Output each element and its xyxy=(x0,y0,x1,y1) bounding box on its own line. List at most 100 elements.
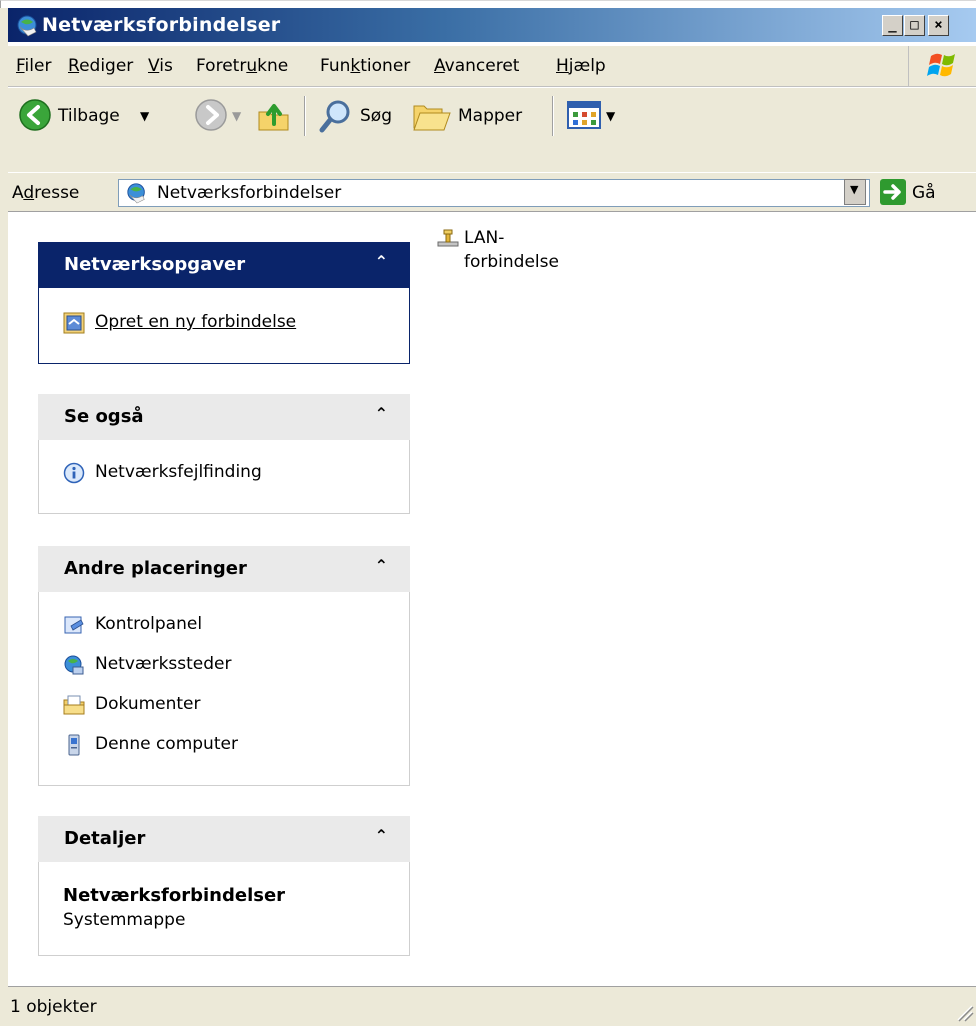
address-bar: Adresse Netværksforbindelser ▼ Gå xyxy=(8,172,976,212)
details-body: Netværksforbindelser Systemmappe xyxy=(38,862,410,956)
menu-foretrukne[interactable]: Foretrukne xyxy=(196,54,288,78)
menu-filer[interactable]: Filer xyxy=(16,54,51,78)
up-folder-icon[interactable] xyxy=(256,98,292,134)
views-dropdown-icon[interactable]: ▼ xyxy=(606,104,615,128)
title-bar[interactable]: Netværksforbindelser _ □ × xyxy=(8,8,976,42)
details-header[interactable]: Detaljer ⌃ xyxy=(38,816,410,862)
status-bar: 1 objekter xyxy=(8,986,976,1026)
menu-vis[interactable]: Vis xyxy=(148,54,173,78)
menu-label-post: jælp xyxy=(568,56,606,76)
panel-title: Detaljer xyxy=(64,828,146,849)
menu-rediger[interactable]: Rediger xyxy=(68,54,133,78)
search-icon[interactable] xyxy=(318,98,354,134)
menu-label-accel: H xyxy=(556,56,569,76)
panel-title: Netværksopgaver xyxy=(64,254,246,275)
menu-label-pre: Foretr xyxy=(196,56,247,76)
link-label: Netværkssteder xyxy=(95,654,232,674)
other-places-panel: Andre placeringer ⌃ Kontrolpanel Netværk… xyxy=(38,546,410,786)
other-places-header[interactable]: Andre placeringer ⌃ xyxy=(38,546,410,592)
address-input[interactable]: Netværksforbindelser xyxy=(118,179,870,207)
network-connections-icon xyxy=(17,15,37,37)
toolbar-separator xyxy=(552,96,554,136)
standard-toolbar: Tilbage ▼ ▼ Søg Mapper ▼ xyxy=(8,88,976,172)
minimize-button[interactable]: _ xyxy=(882,15,903,36)
file-name: LAN-forbindelse xyxy=(464,228,559,272)
other-places-body: Kontrolpanel Netværkssteder Dokumenter D… xyxy=(38,592,410,786)
network-connections-icon xyxy=(127,183,145,204)
forward-dropdown-icon[interactable]: ▼ xyxy=(232,104,241,128)
collapse-chevron-icon[interactable]: ⌃ xyxy=(375,252,388,271)
window-left-edge xyxy=(0,8,8,1026)
link-label: Kontrolpanel xyxy=(95,614,203,634)
content-area: Netværksopgaver ⌃ Opret en ny forbindels… xyxy=(8,212,976,986)
window-title: Netværksforbindelser xyxy=(42,14,281,36)
toolbar-separator xyxy=(304,96,306,136)
folders-button-label[interactable]: Mapper xyxy=(458,104,522,128)
new-connection-icon xyxy=(63,312,85,334)
panel-title: Se også xyxy=(64,406,144,427)
address-label: Adresse xyxy=(12,181,79,205)
menu-hjaelp[interactable]: Hjælp xyxy=(556,54,606,78)
menu-avanceret[interactable]: Avanceret xyxy=(434,54,519,78)
forward-arrow-icon[interactable] xyxy=(194,98,228,132)
address-dropdown-button[interactable]: ▼ xyxy=(844,179,866,205)
menu-label-post: kne xyxy=(257,56,289,76)
back-button-label[interactable]: Tilbage xyxy=(58,104,120,128)
search-button-label[interactable]: Søg xyxy=(360,104,392,128)
views-icon[interactable] xyxy=(566,98,602,132)
link-label: Netværksfejlfinding xyxy=(95,462,262,482)
address-label-pre: A xyxy=(12,183,24,203)
menu-label-post: tioner xyxy=(360,56,411,76)
menu-label-post: vanceret xyxy=(444,56,520,76)
address-value: Netværksforbindelser xyxy=(157,183,342,203)
menu-label-accel: k xyxy=(350,56,361,76)
menu-funktioner[interactable]: Funktioner xyxy=(320,54,410,78)
close-button[interactable]: × xyxy=(928,15,949,36)
panel-title: Andre placeringer xyxy=(64,558,247,579)
network-tasks-body: Opret en ny forbindelse xyxy=(38,288,410,364)
menu-label-post: is xyxy=(159,56,173,76)
network-tasks-panel: Netværksopgaver ⌃ Opret en ny forbindels… xyxy=(38,242,410,364)
menu-label-accel: u xyxy=(246,56,258,76)
menu-label-accel: R xyxy=(68,56,80,76)
windows-logo-area xyxy=(908,46,976,86)
details-name: Netværksforbindelser xyxy=(63,885,286,906)
link-label: Denne computer xyxy=(95,734,238,754)
menu-label-accel: F xyxy=(16,56,25,76)
go-button[interactable] xyxy=(880,179,906,205)
back-dropdown-icon[interactable]: ▼ xyxy=(140,104,149,128)
task-pane: Netværksopgaver ⌃ Opret en ny forbindels… xyxy=(8,212,420,986)
back-arrow-icon[interactable] xyxy=(18,98,52,132)
address-label-accel: d xyxy=(23,183,35,203)
info-icon xyxy=(63,462,85,484)
menu-label-pre: Fun xyxy=(320,56,351,76)
task-label: Opret en ny forbindelse xyxy=(95,312,297,332)
menu-bar: Filer Rediger Vis Foretrukne Funktioner … xyxy=(8,46,976,87)
network-tasks-header[interactable]: Netværksopgaver ⌃ xyxy=(38,242,410,288)
lan-connection-icon xyxy=(437,229,459,247)
see-also-header[interactable]: Se også ⌃ xyxy=(38,394,410,440)
folders-icon[interactable] xyxy=(412,98,452,134)
control-panel-icon xyxy=(64,616,84,634)
collapse-chevron-icon[interactable]: ⌃ xyxy=(375,404,388,423)
details-type: Systemmappe xyxy=(63,910,186,930)
link-label: Dokumenter xyxy=(95,694,201,714)
windows-flag-icon xyxy=(927,53,955,77)
go-arrow-icon xyxy=(883,184,901,200)
menu-label-post: iler xyxy=(24,56,52,76)
computer-icon xyxy=(68,734,80,756)
see-also-body: Netværksfejlfinding xyxy=(38,440,410,514)
address-label-post: resse xyxy=(34,183,80,203)
collapse-chevron-icon[interactable]: ⌃ xyxy=(375,556,388,575)
collapse-chevron-icon[interactable]: ⌃ xyxy=(375,826,388,845)
maximize-button[interactable]: □ xyxy=(904,15,925,36)
menu-label-accel: A xyxy=(434,56,445,76)
menu-label-post: ediger xyxy=(79,56,134,76)
go-label[interactable]: Gå xyxy=(912,181,936,205)
documents-folder-icon xyxy=(63,695,85,715)
network-places-icon xyxy=(64,655,84,675)
details-panel: Detaljer ⌃ Netværksforbindelser Systemma… xyxy=(38,816,410,956)
status-text: 1 objekter xyxy=(10,997,97,1017)
resize-grip-icon[interactable] xyxy=(952,1000,974,1022)
menu-label-accel: V xyxy=(148,56,160,76)
